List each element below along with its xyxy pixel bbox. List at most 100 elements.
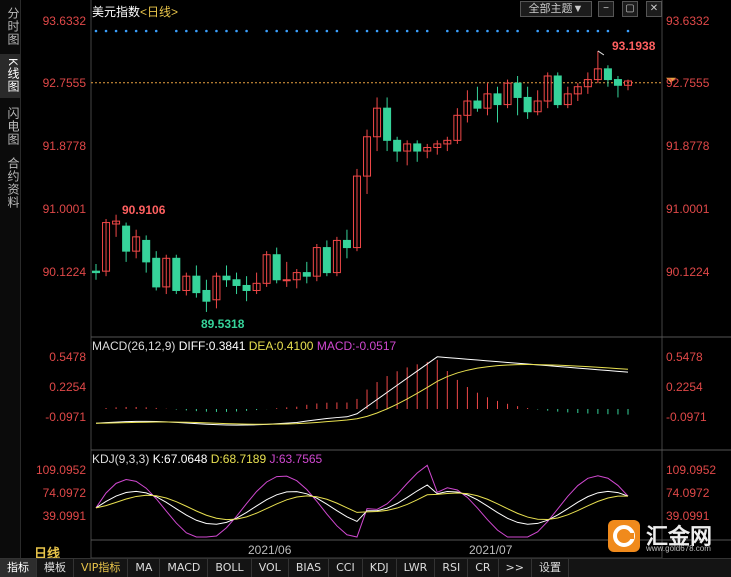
tab-cci[interactable]: CCI: [329, 559, 363, 577]
signal-dot: [335, 29, 339, 33]
signal-dot: [536, 29, 539, 33]
kdj-k-line: [95, 484, 629, 525]
x-axis-date: 2021/06: [248, 543, 292, 557]
signal-dot: [215, 29, 218, 33]
topic-dropdown[interactable]: 全部主题▼: [520, 1, 592, 17]
signal-dot: [365, 29, 369, 33]
tab-bias[interactable]: BIAS: [289, 559, 330, 577]
signal-dot: [626, 29, 630, 33]
signal-dot: [295, 29, 299, 33]
tab-macd[interactable]: MACD: [160, 559, 209, 577]
signal-dot: [456, 29, 459, 33]
kdj-axis-label-left: 74.0972: [42, 486, 86, 500]
candle-body: [473, 100, 482, 109]
price-axis-label-left: 92.7555: [42, 76, 86, 90]
tab-settings[interactable]: 设置: [532, 559, 569, 577]
signal-dot: [124, 29, 128, 33]
kdj-axis-label-left: 39.0991: [42, 509, 86, 523]
candle-body: [122, 225, 131, 252]
signal-dot: [315, 29, 319, 33]
tab-kdj[interactable]: KDJ: [363, 559, 397, 577]
candle-body: [322, 247, 331, 274]
instrument-header: 美元指数<日线>: [92, 3, 178, 20]
high-pointer: [597, 50, 605, 56]
macd-axis-label-left: 0.5478: [49, 350, 86, 364]
candle-body: [242, 284, 251, 291]
tab-more[interactable]: >>: [499, 559, 532, 577]
minimize-icon[interactable]: −: [598, 1, 614, 17]
tab-templates[interactable]: 模板: [37, 559, 74, 577]
signal-dot: [425, 29, 429, 33]
signal-dot: [154, 29, 158, 33]
signal-dot: [446, 29, 449, 33]
macd-axis-label-left: 0.2254: [49, 380, 86, 394]
signal-dot: [245, 29, 248, 33]
signal-dot: [275, 29, 278, 33]
signal-dot: [566, 29, 570, 33]
signal-dot: [516, 29, 519, 33]
candle-body: [142, 239, 151, 263]
gold678-logo: 汇金网 www.gold678.com: [608, 517, 724, 557]
price-axis-label-right: 91.0001: [666, 202, 710, 216]
tab-indicators[interactable]: 指标: [0, 559, 37, 577]
tab-ma[interactable]: MA: [128, 559, 161, 577]
kdj-j-value: J:63.7565: [269, 452, 323, 466]
chart-canvas[interactable]: [0, 0, 731, 558]
kdj-params: KDJ(9,3,3): [92, 452, 150, 466]
instrument-name: 美元指数: [92, 5, 141, 19]
price-axis-label-left: 90.1224: [42, 265, 86, 279]
signal-dot: [405, 29, 409, 33]
candle-body: [172, 257, 181, 291]
candle-body: [192, 275, 201, 294]
price-axis-label-right: 92.7555: [666, 76, 710, 90]
price-axis-label-right: 93.6332: [666, 14, 710, 28]
period-selector[interactable]: <日线>: [140, 5, 178, 19]
candle-body: [222, 275, 231, 281]
signal-dot: [225, 29, 228, 33]
macd-diff-value: DIFF:0.3841: [178, 339, 246, 353]
candle-body: [282, 279, 291, 282]
signal-dot: [506, 29, 509, 33]
signal-dot: [546, 29, 549, 33]
macd-axis-label-right: 0.5478: [666, 350, 703, 364]
kdj-axis-label-left: 109.0952: [35, 463, 86, 477]
price-axis-label-right: 91.8778: [666, 139, 710, 153]
logo-mark-icon: [608, 520, 640, 552]
candle-body: [513, 82, 522, 98]
signal-dot: [114, 29, 118, 33]
signal-dot: [265, 29, 268, 33]
candle-body: [493, 93, 502, 106]
tab-vol[interactable]: VOL: [252, 559, 289, 577]
macd-dea-line: [95, 364, 629, 425]
restore-icon[interactable]: ▢: [622, 1, 638, 17]
tab-cr[interactable]: CR: [468, 559, 499, 577]
candle-body: [553, 75, 562, 106]
signal-dot: [175, 29, 178, 33]
macd-dea-value: DEA:0.4100: [248, 339, 314, 353]
signal-dot: [385, 29, 389, 33]
candle-body: [232, 279, 241, 286]
low-annotation: 89.5318: [201, 317, 245, 331]
tab-lwr[interactable]: LWR: [397, 559, 436, 577]
price-axis-label-left: 91.0001: [42, 202, 86, 216]
signal-dot: [576, 29, 580, 33]
signal-dot: [325, 29, 329, 33]
signal-dot: [466, 29, 469, 33]
signal-dot: [134, 29, 138, 33]
candle-body: [413, 143, 422, 152]
tab-rsi[interactable]: RSI: [435, 559, 469, 577]
tab-boll[interactable]: BOLL: [208, 559, 252, 577]
x-axis-date: 2021/07: [469, 543, 513, 557]
tab-vip-indicators[interactable]: VIP指标: [74, 559, 129, 577]
signal-dot: [476, 29, 479, 33]
indicator-tab-bar: 指标 模板 VIP指标 MA MACD BOLL VOL BIAS CCI KD…: [0, 558, 731, 577]
candle-body: [523, 96, 532, 113]
kdj-axis-label-right: 109.0952: [666, 463, 717, 477]
candle-body: [92, 270, 100, 274]
kdj-d-value: D:68.7189: [210, 452, 267, 466]
signal-dot: [185, 29, 188, 33]
price-axis-label-right: 90.1224: [666, 265, 710, 279]
signal-dot: [104, 29, 108, 33]
close-icon[interactable]: ✕: [646, 1, 662, 17]
candle-body: [393, 139, 402, 152]
